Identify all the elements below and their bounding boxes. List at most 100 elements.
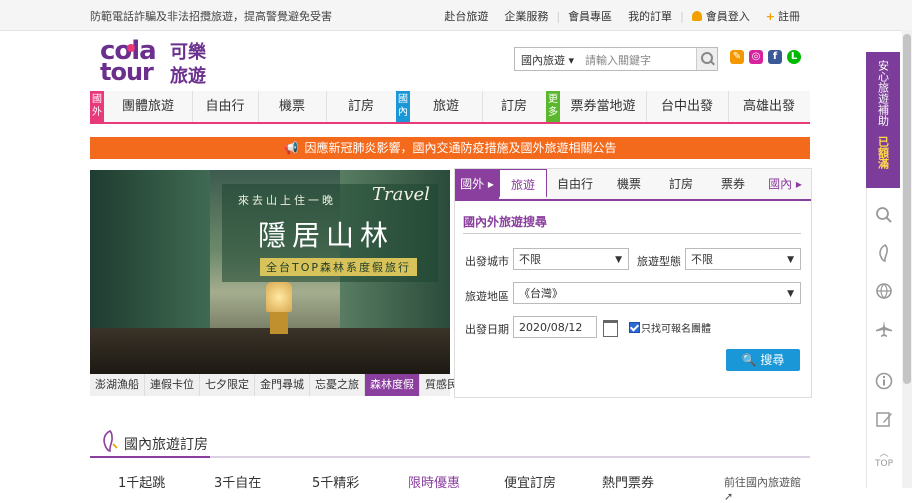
arrow-right-icon: ➚ — [724, 490, 734, 503]
only-available-checkbox[interactable] — [629, 322, 640, 333]
chevron-down-icon: ▼ — [787, 289, 794, 299]
search-button[interactable]: 🔍 搜尋 — [726, 349, 800, 371]
instagram-icon[interactable]: ◎ — [749, 50, 763, 64]
panel-tab-ticket[interactable]: 票券 — [707, 169, 759, 199]
panel-tabs: 國外 ▸ 旅遊 自由行 機票 訂房 票券 國內 ▸ — [455, 169, 811, 201]
top-bar: 防範電話詐騙及非法招攬旅遊，提高警覺避免受害 赴台旅遊 企業服務 | 會員專區 … — [0, 0, 912, 31]
subsidy-promo[interactable]: 安心旅遊補助 已額滿 — [866, 52, 900, 188]
scrollbar-thumb[interactable] — [903, 34, 911, 384]
top-link-visit-taiwan[interactable]: 赴台旅遊 — [436, 8, 496, 24]
top-link-member[interactable]: 會員專區 — [560, 8, 620, 24]
nav-hotel-outbound[interactable]: 訂房 — [326, 91, 397, 122]
origin-label: 出發城市 — [465, 255, 509, 268]
site-logo[interactable]: cola tour 可樂 旅遊 — [100, 36, 220, 87]
date-input[interactable]: 2020/08/12 — [513, 316, 597, 338]
hero-tab[interactable]: 澎湖漁船 — [90, 374, 145, 396]
taiwan-map-icon — [103, 430, 118, 452]
section-tab[interactable]: 熱門票券 — [602, 472, 654, 491]
nav-flights[interactable]: 機票 — [258, 91, 327, 122]
covid-alert-banner[interactable]: 📢 因應新冠肺炎影響，國內交通防疫措施及國外旅遊相關公告 — [90, 137, 810, 159]
scrollbar[interactable] — [902, 30, 912, 488]
divider — [463, 233, 801, 234]
nav-domestic-tour[interactable]: 旅遊 — [410, 91, 483, 122]
section-tab-active[interactable]: 限時優惠 — [408, 472, 460, 491]
nav-group-tour[interactable]: 團體旅遊 — [104, 91, 193, 122]
section-tab[interactable]: 便宜訂房 — [504, 472, 556, 491]
taiwan-map-icon[interactable] — [875, 244, 893, 262]
hero-script: Travel — [372, 184, 430, 205]
hero-title: 隱居山林 — [258, 219, 395, 252]
megaphone-icon: 📢 — [283, 141, 299, 155]
chevron-down-icon: ▼ — [787, 255, 794, 265]
search-input[interactable]: 請輸入關鍵字 — [585, 52, 651, 68]
panel-tab-domestic[interactable]: 國內 ▸ — [759, 169, 811, 199]
plus-icon: + — [765, 10, 775, 23]
section-tab[interactable]: 5千精彩 — [312, 472, 359, 491]
panel-tab-fit[interactable]: 自由行 — [547, 169, 603, 199]
globe-icon[interactable] — [875, 282, 893, 300]
hero-table — [90, 328, 450, 374]
nav-taichung[interactable]: 台中出發 — [646, 91, 729, 122]
hero-banner[interactable]: 來去山上住一晚 Travel 隱居山林 全台TOP森林系度假旅行 — [90, 170, 450, 374]
tag-icon[interactable]: ✎ — [730, 50, 744, 64]
top-link-enterprise[interactable]: 企業服務 — [496, 8, 556, 24]
social-links: ✎ ◎ f L — [730, 50, 801, 64]
logo-tour: tour — [100, 58, 154, 86]
chevron-up-icon: ︿ — [879, 449, 889, 459]
lamp-icon — [266, 282, 292, 334]
nav-domestic-hotel[interactable]: 訂房 — [482, 91, 547, 122]
facebook-icon[interactable]: f — [768, 50, 782, 64]
back-to-top-button[interactable]: ︿ TOP — [874, 446, 894, 469]
nav-fit[interactable]: 自由行 — [192, 91, 259, 122]
date-label: 出發日期 — [465, 323, 509, 336]
logo-kele: 可樂 — [170, 42, 206, 63]
type-select[interactable]: 不限 ▼ — [685, 248, 801, 270]
search-category-select[interactable]: 國內旅遊 ▾ — [521, 52, 574, 68]
site-search: 國內旅遊 ▾ 請輸入關鍵字 — [514, 47, 718, 71]
panel-tab-flight[interactable]: 機票 — [603, 169, 655, 199]
hero-subtitle: 全台TOP森林系度假旅行 — [260, 258, 418, 276]
section-tabs: 1千起跳 3千自在 5千精彩 限時優惠 便宜訂房 熱門票券 前往國內旅遊館 ➚ — [90, 472, 810, 503]
hero-tabs: 澎湖漁船 連假卡位 七夕限定 金門尋城 忘憂之旅 森林度假 質感民宿 — [90, 374, 475, 396]
panel-tab-tour[interactable]: 旅遊 — [499, 169, 547, 198]
top-label: TOP — [874, 459, 893, 469]
top-link-orders[interactable]: 我的訂單 — [620, 8, 680, 24]
region-label: 旅遊地區 — [465, 290, 509, 303]
edit-icon[interactable] — [875, 410, 893, 428]
hero-tab[interactable]: 七夕限定 — [200, 374, 255, 396]
panel-tab-hotel[interactable]: 訂房 — [655, 169, 707, 199]
panel-tab-outbound[interactable]: 國外 ▸ — [455, 169, 499, 199]
origin-select[interactable]: 不限 ▼ — [513, 248, 629, 270]
hero-tagline: 來去山上住一晚 — [238, 194, 336, 207]
fraud-warning: 防範電話詐騙及非法招攬旅遊，提高警覺避免受害 — [90, 10, 332, 23]
top-links: 赴台旅遊 企業服務 | 會員專區 我的訂單 | 會員登入 + 註冊 — [436, 8, 808, 24]
info-icon[interactable] — [875, 372, 893, 390]
section-header: 國內旅遊訂房 — [90, 430, 810, 458]
type-label: 旅遊型態 — [637, 255, 681, 268]
more-link[interactable]: 前往國內旅遊館 ➚ — [724, 474, 810, 503]
user-icon — [691, 11, 702, 21]
section-tab[interactable]: 1千起跳 — [118, 472, 165, 491]
promo-full-text: 已額滿 — [876, 135, 890, 169]
hero-tab[interactable]: 金門尋城 — [255, 374, 310, 396]
line-icon[interactable]: L — [787, 50, 801, 64]
chevron-down-icon: ▼ — [615, 255, 622, 265]
region-select[interactable]: 《台灣》 ▼ — [513, 282, 801, 304]
nav-kaohsiung[interactable]: 高雄出發 — [728, 91, 810, 122]
hero-tab[interactable]: 連假卡位 — [145, 374, 200, 396]
search-icon[interactable] — [696, 48, 717, 70]
nav-tickets[interactable]: 票券當地遊 — [560, 91, 647, 122]
forest-left — [90, 170, 210, 350]
login-link[interactable]: 會員登入 — [684, 8, 758, 24]
hero-tab[interactable]: 忘憂之旅 — [310, 374, 365, 396]
airplane-icon[interactable] — [875, 320, 893, 338]
register-link[interactable]: + 註冊 — [758, 8, 808, 24]
nav-tag-outbound: 國外 — [90, 91, 104, 122]
logo-dot-icon — [127, 44, 135, 52]
hero-tab-active[interactable]: 森林度假 — [365, 374, 420, 396]
section-tab[interactable]: 3千自在 — [214, 472, 261, 491]
section-divider-accent — [90, 456, 210, 458]
search-icon[interactable] — [875, 206, 893, 224]
calendar-icon[interactable] — [603, 320, 618, 337]
only-available-label: 只找可報名團體 — [641, 324, 711, 335]
